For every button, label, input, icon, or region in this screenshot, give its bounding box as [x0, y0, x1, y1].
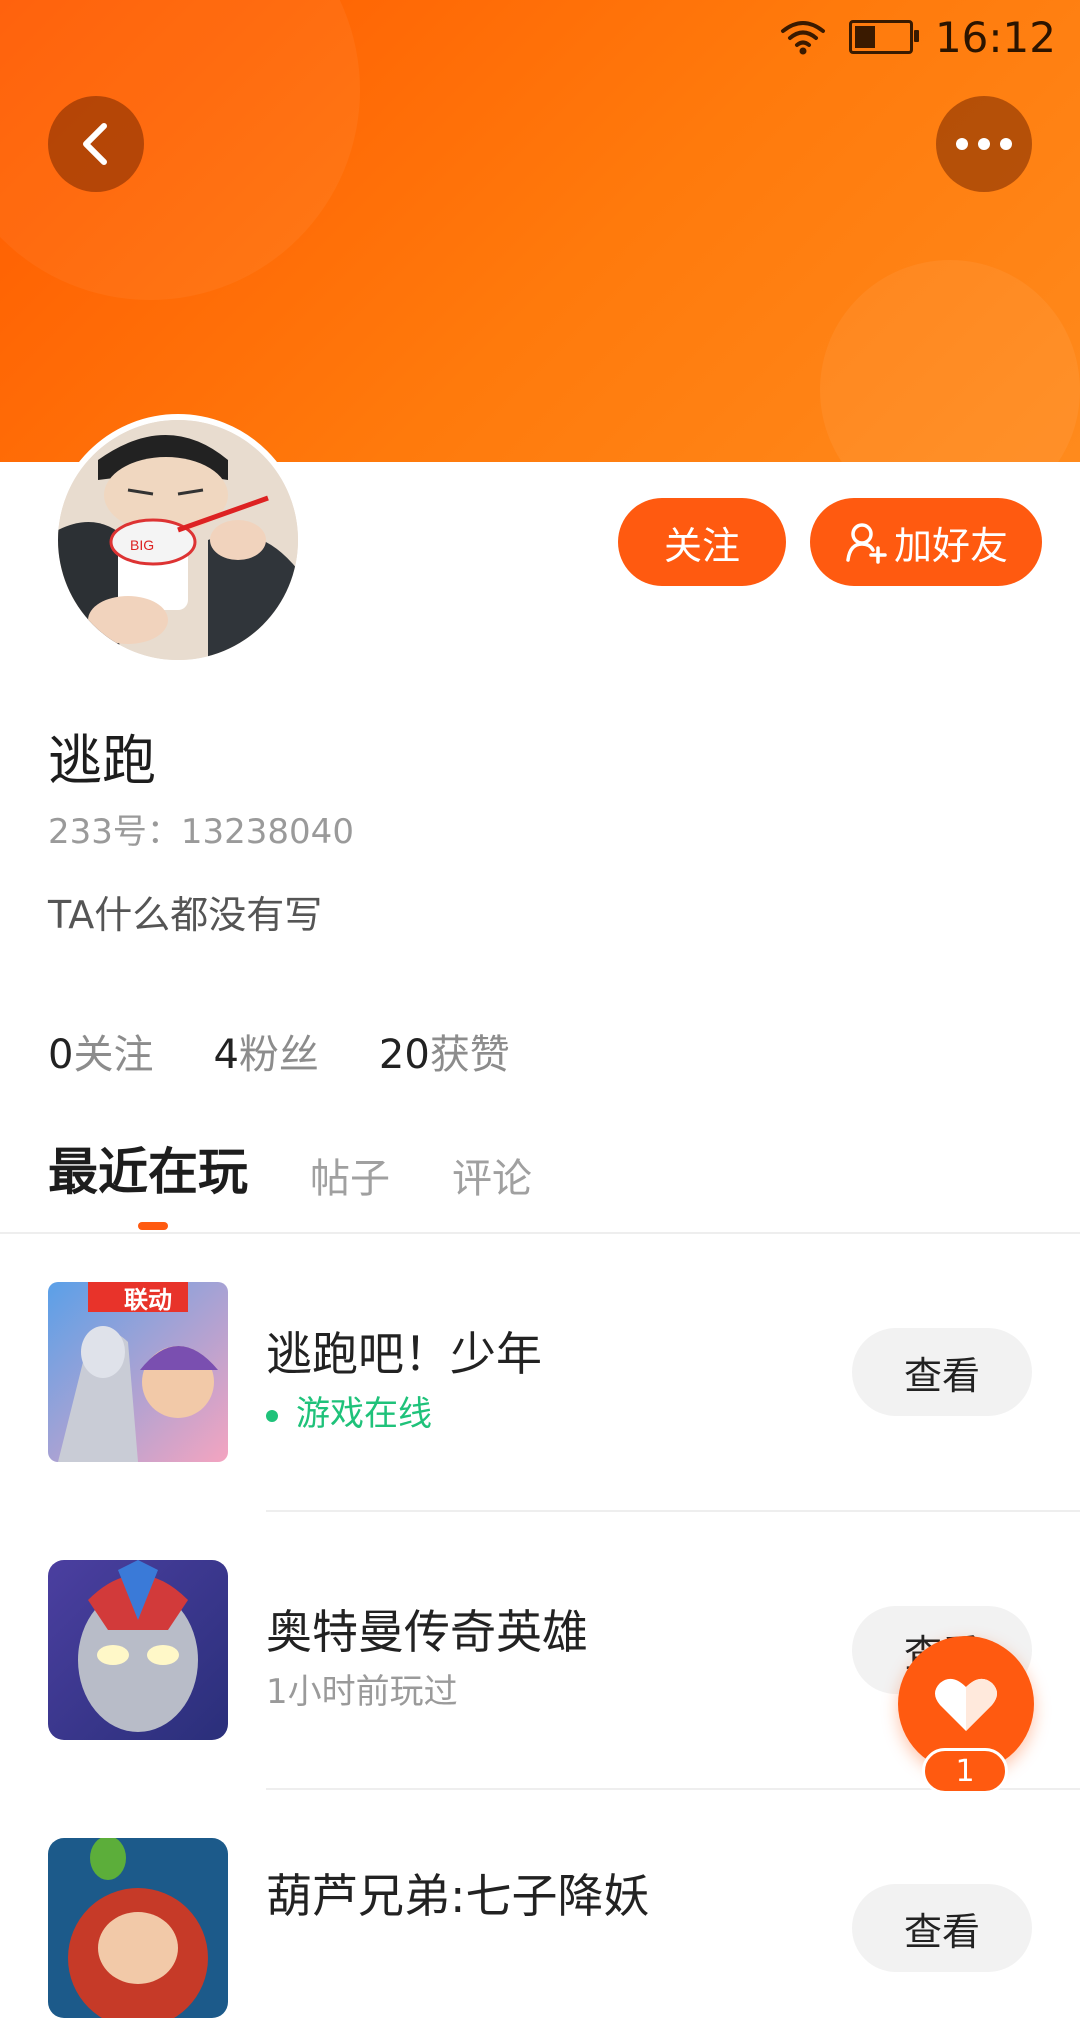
active-tab-indicator: [138, 1222, 168, 1230]
view-button-label: 查看: [903, 1353, 980, 1398]
game-last-played: 1小时前玩过: [266, 1672, 458, 1712]
add-friend-button[interactable]: 加好友: [810, 498, 1042, 586]
chevron-left-icon: [83, 123, 107, 165]
avatar-image: BIG: [58, 420, 298, 660]
profile-tabs: 最近在玩 帖子 评论: [48, 1132, 532, 1208]
game-icon: [48, 1838, 228, 2018]
like-count-badge: 1: [922, 1748, 1008, 1794]
game-icon: 联动: [48, 1282, 228, 1462]
status-bar: 16:12: [779, 10, 1056, 64]
follow-label: 关注: [663, 523, 740, 568]
stat-label: 获赞: [429, 1032, 510, 1078]
stat-label: 关注: [73, 1032, 154, 1078]
profile-stats: 0关注 4粉丝 20获赞: [48, 1022, 510, 1080]
follow-button[interactable]: 关注: [618, 498, 786, 586]
list-item[interactable]: 联动 逃跑吧！少年 游戏在线 查看: [0, 1282, 1080, 1462]
tab-posts[interactable]: 帖子: [310, 1146, 390, 1208]
row-divider: [266, 1510, 1080, 1512]
back-button[interactable]: [48, 96, 144, 192]
list-item[interactable]: 葫芦兄弟:七子降妖 查看: [0, 1838, 1080, 2018]
game-title: 奥特曼传奇英雄: [266, 1605, 588, 1659]
like-count: 1: [955, 1753, 975, 1789]
banner-decoration: [820, 260, 1080, 462]
status-time: 16:12: [934, 12, 1056, 62]
game-status-text: 游戏在线: [296, 1394, 432, 1434]
stat-followers[interactable]: 4粉丝: [213, 1022, 318, 1080]
stat-label: 粉丝: [238, 1032, 319, 1078]
add-user-icon: [846, 523, 887, 564]
online-status-icon: [266, 1409, 278, 1422]
view-button[interactable]: 查看: [852, 1884, 1032, 1972]
tab-comments[interactable]: 评论: [452, 1146, 532, 1208]
user-id: 233号：13238040: [48, 812, 354, 852]
svg-text:BIG: BIG: [130, 537, 154, 553]
game-icon: [48, 1560, 228, 1740]
game-title: 逃跑吧！少年: [266, 1327, 542, 1381]
tab-recent-games[interactable]: 最近在玩: [48, 1132, 248, 1208]
username: 逃跑: [48, 729, 156, 792]
avatar[interactable]: BIG: [52, 414, 304, 666]
more-button[interactable]: [936, 96, 1032, 192]
game-status: 游戏在线: [266, 1386, 432, 1435]
view-button-label: 查看: [903, 1909, 980, 1954]
stat-following[interactable]: 0关注: [48, 1022, 153, 1080]
view-button[interactable]: 查看: [852, 1328, 1032, 1416]
battery-icon: [848, 20, 919, 54]
game-badge: 联动: [124, 1285, 172, 1314]
game-title: 葫芦兄弟:七子降妖: [266, 1869, 650, 1923]
heart-icon: [935, 1678, 997, 1731]
more-dots-icon: [956, 138, 1012, 150]
user-bio: TA什么都没有写: [48, 893, 323, 937]
stat-number: 4: [213, 1032, 239, 1078]
add-friend-label: 加好友: [893, 523, 1008, 568]
profile-banner: [0, 0, 1080, 462]
tabs-divider: [0, 1232, 1080, 1234]
stat-likes[interactable]: 20获赞: [379, 1022, 510, 1080]
stat-number: 0: [48, 1032, 74, 1078]
wifi-icon: [779, 17, 827, 57]
stat-number: 20: [378, 1032, 430, 1078]
